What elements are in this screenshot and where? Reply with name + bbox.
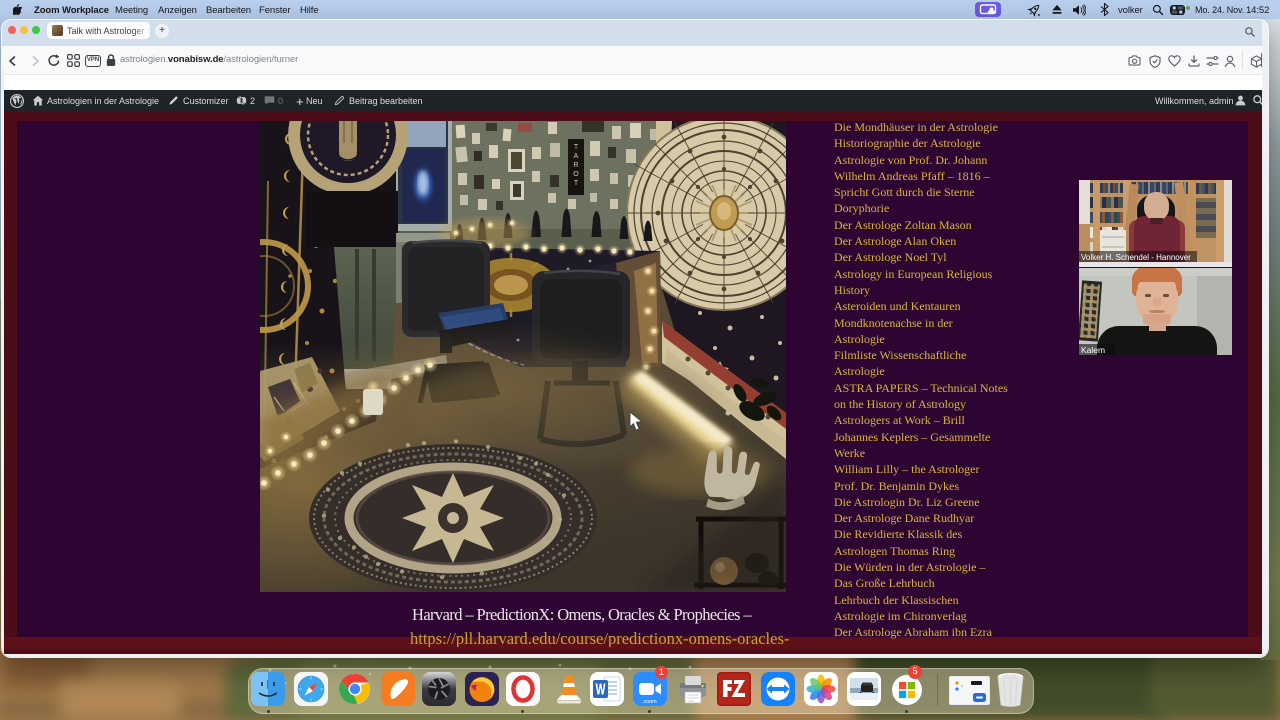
svg-text:zoom: zoom [643,699,657,705]
